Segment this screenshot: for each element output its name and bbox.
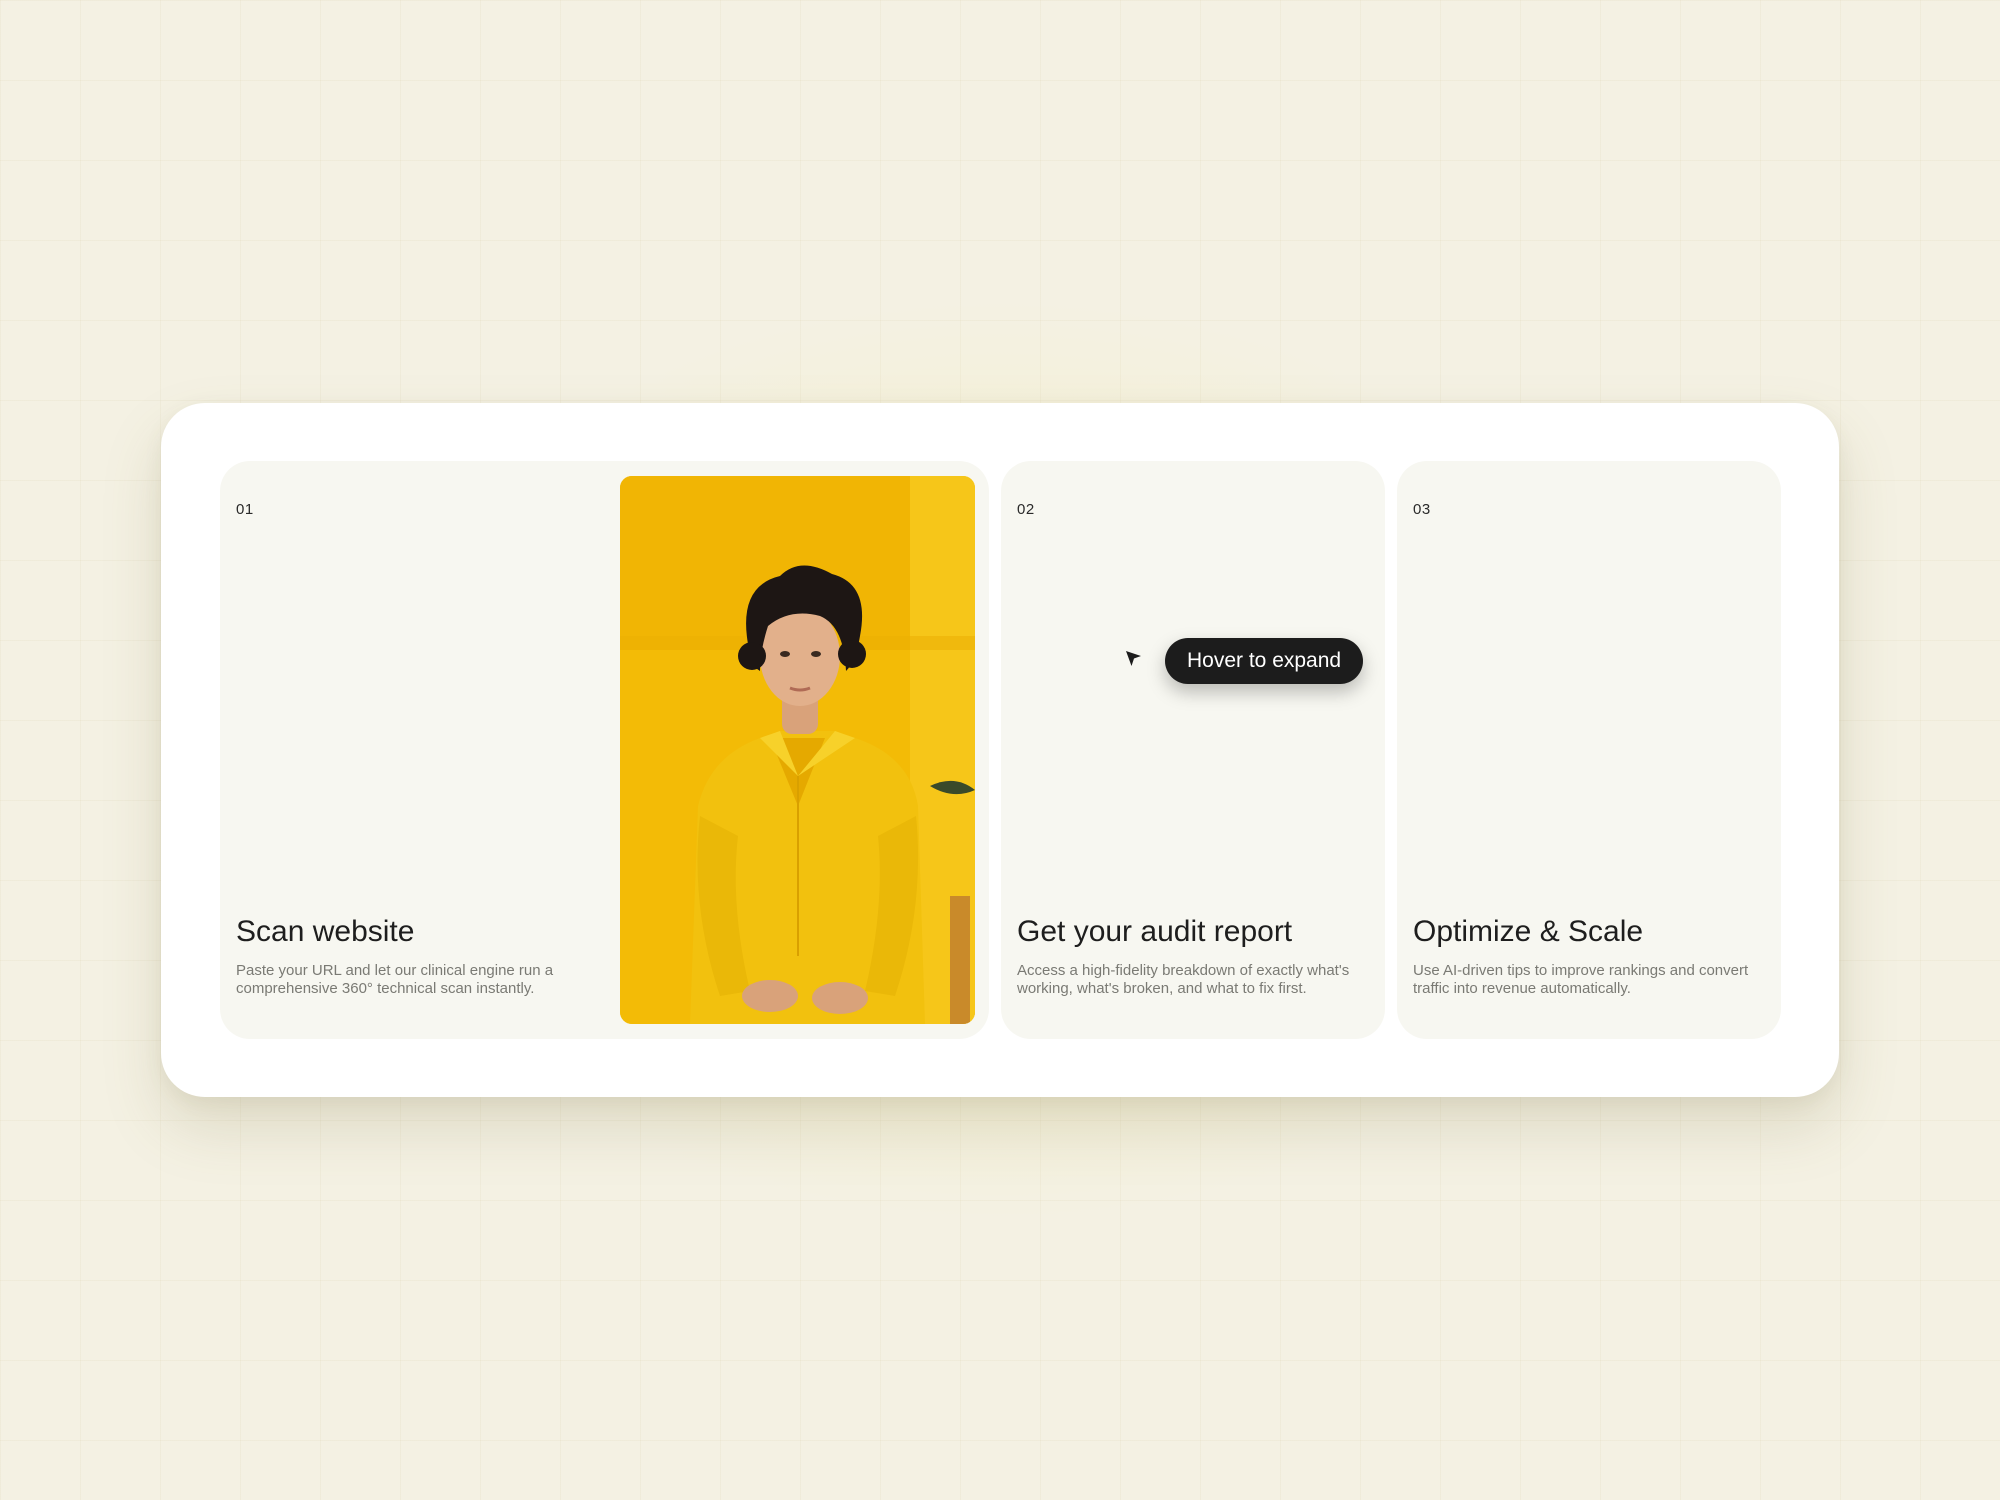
- step-description: Access a high-fidelity breakdown of exac…: [1017, 961, 1350, 998]
- step-card-optimize-scale[interactable]: 03 Optimize & Scale Use AI-driven tips t…: [1397, 461, 1781, 1039]
- step-title: Get your audit report: [1017, 914, 1293, 948]
- step-title: Scan website: [236, 914, 415, 948]
- step-title: Optimize & Scale: [1413, 914, 1644, 948]
- step-number: 03: [1413, 501, 1431, 518]
- step-text: Optimize & Scale Use AI-driven tips to i…: [1413, 915, 1763, 1000]
- hover-to-expand-tooltip: Hover to expand: [1165, 638, 1364, 684]
- steps-panel: 01 Scan website Paste your URL and let o…: [161, 403, 1839, 1097]
- step-number: 01: [236, 501, 254, 518]
- step-number: 02: [1017, 501, 1035, 518]
- step-text: Get your audit report Access a high-fide…: [1017, 915, 1367, 1000]
- step-description: Paste your URL and let our clinical engi…: [236, 961, 554, 998]
- step-card-scan-website[interactable]: 01 Scan website Paste your URL and let o…: [220, 461, 989, 1039]
- portrait-photo: [620, 476, 975, 1024]
- step-text: Scan website Paste your URL and let our …: [236, 915, 596, 1000]
- step-card-audit-report[interactable]: 02 Hover to expand Get your audit report…: [1001, 461, 1385, 1039]
- step-description: Use AI-driven tips to improve rankings a…: [1413, 961, 1749, 998]
- portrait-illustration: [620, 476, 975, 1024]
- pointer-cursor-icon: [1124, 649, 1144, 669]
